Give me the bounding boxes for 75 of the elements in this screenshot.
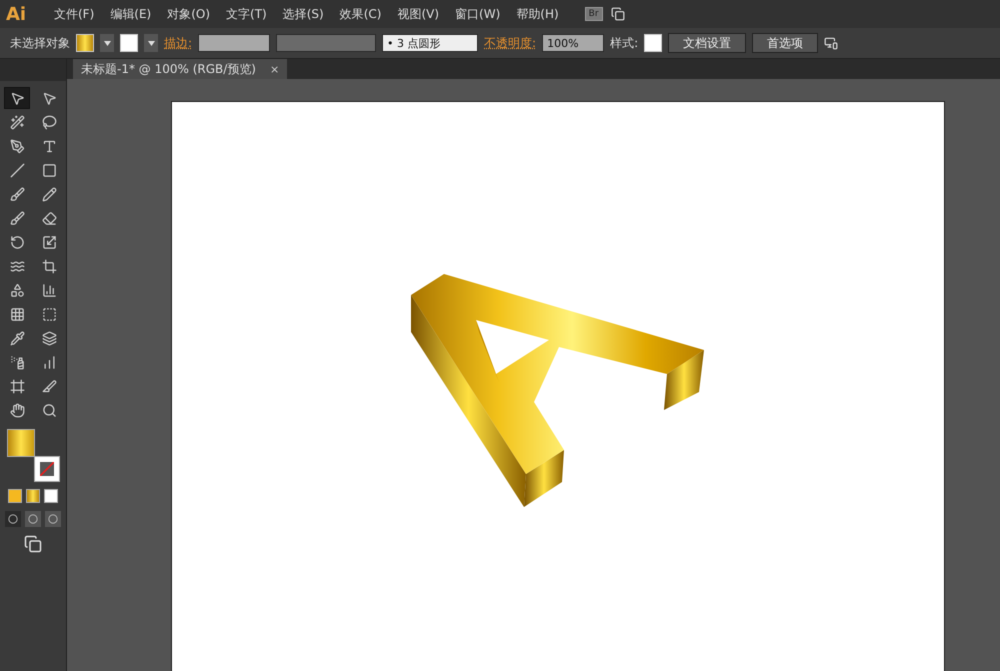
menu-item[interactable]: 效果(C) bbox=[332, 6, 390, 22]
opacity-field[interactable]: 100% bbox=[542, 34, 604, 52]
windows-icon bbox=[610, 7, 625, 21]
menu-item[interactable]: 帮助(H) bbox=[508, 6, 567, 22]
stroke-swatch[interactable] bbox=[120, 34, 138, 52]
panel-grip[interactable] bbox=[0, 59, 66, 81]
rotate-icon bbox=[10, 234, 24, 250]
crop-icon bbox=[42, 258, 56, 274]
none-mode-swatch[interactable] bbox=[44, 489, 58, 503]
document-title: 未标题-1* @ 100% (RGB/预览) bbox=[81, 60, 256, 78]
circle-icon bbox=[8, 514, 18, 524]
caret-icon bbox=[104, 40, 110, 46]
pen-icon bbox=[10, 138, 24, 154]
circle-icon bbox=[28, 514, 38, 524]
search-icon bbox=[42, 402, 56, 418]
menu-item[interactable]: 编辑(E) bbox=[102, 6, 160, 22]
style-swatch[interactable] bbox=[644, 34, 662, 52]
shapes-icon bbox=[10, 282, 24, 298]
caret-icon bbox=[148, 40, 154, 46]
spray-can-icon bbox=[10, 354, 24, 370]
bar-chart-icon bbox=[42, 354, 56, 370]
style-label: 样式: bbox=[610, 34, 638, 52]
lasso-icon bbox=[42, 114, 56, 130]
selection-label: 未选择对象 bbox=[10, 34, 70, 52]
brush-dropdown[interactable]: • 3 点圆形 bbox=[382, 34, 478, 52]
circle-icon bbox=[48, 514, 58, 524]
rectangle-icon bbox=[42, 162, 56, 178]
knife-icon bbox=[42, 378, 56, 394]
dashed-square-icon bbox=[42, 306, 56, 322]
draw-mode-button[interactable] bbox=[5, 511, 21, 527]
fill-color-swatch[interactable] bbox=[7, 429, 35, 457]
fill-swatch[interactable] bbox=[76, 34, 94, 52]
line-icon bbox=[10, 162, 24, 178]
caret-button[interactable] bbox=[144, 34, 158, 52]
arrow-pointer-icon bbox=[42, 90, 56, 106]
color-mode-swatch[interactable] bbox=[8, 489, 22, 503]
arrow-pointer-icon bbox=[10, 90, 24, 106]
screen-mode-icon[interactable] bbox=[24, 535, 42, 553]
bar-chart-icon bbox=[42, 282, 56, 298]
draw-mode-button[interactable] bbox=[45, 511, 61, 527]
stroke-link[interactable]: 描边: bbox=[164, 34, 192, 52]
windows-icon bbox=[24, 535, 42, 553]
menu-item[interactable]: 文字(T) bbox=[218, 6, 275, 22]
menu-item[interactable]: 文件(F) bbox=[46, 6, 102, 22]
menu-item[interactable]: 选择(S) bbox=[274, 6, 332, 22]
menu-item[interactable]: 对象(O) bbox=[159, 6, 218, 22]
mesh-grid-icon bbox=[10, 306, 24, 322]
caret-button[interactable] bbox=[100, 34, 114, 52]
wave-icon bbox=[10, 258, 24, 274]
hand-icon bbox=[10, 402, 24, 418]
toolbar-button[interactable]: 文档设置 bbox=[668, 33, 746, 53]
type-icon bbox=[42, 138, 56, 154]
document-tab[interactable]: 未标题-1* @ 100% (RGB/预览) × bbox=[73, 59, 288, 79]
draw-mode-button[interactable] bbox=[25, 511, 41, 527]
app-logo: Ai bbox=[6, 4, 28, 24]
stroke-weight-field[interactable] bbox=[198, 34, 270, 52]
layers-icon bbox=[42, 330, 56, 346]
bridge-button[interactable]: Br bbox=[584, 7, 603, 21]
eraser-icon bbox=[42, 210, 56, 226]
profile-dropdown[interactable] bbox=[276, 34, 376, 52]
opacity-link[interactable]: 不透明度: bbox=[484, 34, 536, 52]
menu-item[interactable]: 视图(V) bbox=[389, 6, 448, 22]
pencil-icon bbox=[42, 186, 56, 202]
brush-icon bbox=[10, 186, 24, 202]
close-tab-button[interactable]: × bbox=[270, 62, 280, 76]
stroke-color-swatch[interactable] bbox=[35, 457, 59, 481]
scale-icon bbox=[42, 234, 56, 250]
eyedropper-icon bbox=[10, 330, 24, 346]
gradient-mode-swatch[interactable] bbox=[26, 489, 40, 503]
tool-button[interactable] bbox=[4, 87, 30, 109]
magic-wand-icon bbox=[10, 114, 24, 130]
menu-item[interactable]: 窗口(W) bbox=[447, 6, 508, 22]
toolbar-button[interactable]: 首选项 bbox=[752, 33, 818, 53]
artboard-icon bbox=[10, 378, 24, 394]
brush-icon bbox=[10, 210, 24, 226]
